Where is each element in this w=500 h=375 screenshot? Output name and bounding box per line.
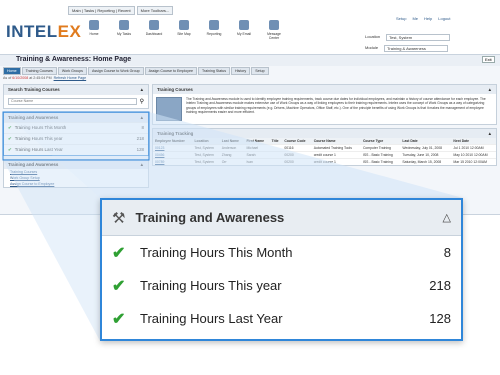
- training-tracking-panel-title: Training Tracking: [157, 131, 194, 136]
- collapse-icon[interactable]: ▲: [488, 87, 492, 92]
- exit-button[interactable]: Exit: [482, 56, 495, 63]
- tab-history[interactable]: History: [231, 67, 251, 75]
- list-item: ✔ Training Hours This Month 8: [4, 122, 148, 133]
- search-panel: Search Training Courses ▲ Course Name ⚲: [3, 84, 149, 109]
- row-value: 128: [429, 311, 451, 326]
- magic-wand-icon: ⚒: [112, 209, 126, 227]
- row-label: Training Hours This Month: [140, 245, 293, 260]
- email-icon: [239, 20, 249, 30]
- help-link[interactable]: Help: [424, 16, 432, 21]
- search-icon[interactable]: ⚲: [140, 98, 144, 105]
- intelex-logo: INTELEX: [6, 22, 82, 41]
- tab-training-status[interactable]: Training Status: [197, 67, 231, 75]
- date-bar: As of 6/10/2008 at 2:45:04 PM Refresh Ho…: [3, 76, 87, 80]
- table-row[interactable]: 00789 Test, System Orr Ivan 00200 credit cour…: [153, 158, 496, 165]
- module-label: Module: [365, 45, 379, 50]
- message-icon: [269, 20, 279, 30]
- logout-link[interactable]: Logout: [438, 16, 450, 21]
- row-label: Training Hours Last Year: [140, 311, 283, 326]
- site-map-icon: [179, 20, 189, 30]
- as-of-date: 6/10/2008: [12, 76, 29, 80]
- zoomed-panel-header: ⚒ Training and Awareness △: [102, 200, 461, 236]
- assign-course-link[interactable]: Assign Course to Employee: [4, 181, 148, 187]
- user-links: Setup Me Help Logout: [396, 16, 450, 21]
- collapse-icon[interactable]: ▲: [140, 115, 144, 120]
- zoomed-training-panel: ⚒ Training and Awareness △ ✔ Training Hour…: [100, 198, 463, 341]
- toolbar-home-button[interactable]: Home: [82, 20, 106, 40]
- tracking-table: Employee Number Location Last Name First Na…: [153, 138, 496, 165]
- module-select[interactable]: Training & Awareness: [384, 45, 449, 52]
- collapse-icon[interactable]: ▲: [140, 162, 144, 167]
- checkmark-icon: ✔: [8, 147, 12, 152]
- home-icon: [89, 20, 99, 30]
- training-image: [156, 97, 182, 121]
- row-value: 8: [443, 245, 451, 260]
- list-item: ✔ Training Hours This Month 8: [102, 236, 461, 269]
- tab-setup[interactable]: Setup: [251, 67, 269, 75]
- left-column: Search Training Courses ▲ Course Name ⚲ Tr…: [3, 84, 149, 188]
- reporting-icon: [209, 20, 219, 30]
- location-label: Location: [365, 34, 381, 39]
- search-input[interactable]: Course Name: [8, 98, 137, 105]
- collapse-icon[interactable]: ▲: [488, 131, 492, 136]
- top-menu-more-toolbars[interactable]: More Toolbars...: [136, 6, 174, 15]
- me-link[interactable]: Me: [412, 16, 418, 21]
- training-hours-panel-title: Training and Awareness: [8, 115, 59, 120]
- checkmark-icon: ✔: [8, 125, 12, 130]
- refresh-home-page-link[interactable]: Refresh Home Page: [54, 76, 87, 80]
- list-item: ✔ Training Hours Last Year 128: [4, 144, 148, 155]
- checkmark-icon: ✔: [112, 310, 126, 328]
- training-hours-panel: Training and Awareness ▲ ✔ Training Hours …: [3, 112, 149, 156]
- training-tracking-panel: Training Tracking ▲ Employee Number Locati…: [152, 128, 497, 166]
- top-menu-main[interactable]: Main | Tasks | Reporting | Recent: [68, 6, 135, 15]
- list-item: ✔ Training Hours Last Year 128: [102, 302, 461, 335]
- tab-home[interactable]: Home: [3, 67, 21, 75]
- tab-work-groups[interactable]: Work Groups: [57, 67, 87, 75]
- training-links-panel-title: Training and Awareness: [8, 162, 59, 167]
- toolbar-my-tasks-button[interactable]: My Tasks: [112, 20, 136, 40]
- location-field[interactable]: Test, System: [386, 34, 451, 41]
- page-title: Training & Awareness: Home Page: [16, 56, 132, 63]
- toolbar-reporting-button[interactable]: Reporting: [202, 20, 226, 40]
- tab-assign-course-work-group[interactable]: Assign Course to Work Group: [87, 67, 144, 75]
- collapse-caret-icon[interactable]: △: [443, 211, 451, 224]
- tab-assign-course-employee[interactable]: Assign Course to Employee: [144, 67, 197, 75]
- search-panel-title: Search Training Courses: [8, 87, 60, 92]
- setup-link[interactable]: Setup: [396, 16, 406, 21]
- list-item: ✔ Training Hours This year 218: [4, 133, 148, 144]
- toolbar-site-map-button[interactable]: Site Map: [172, 20, 196, 40]
- table-row[interactable]: 00456 Test, System Zhang Sarah 00200 credit c…: [153, 151, 496, 159]
- location-module-fields: Location Test, System Module Training & Aw…: [365, 34, 451, 56]
- module-tabs: Home Training Courses Work Groups Assign…: [3, 67, 269, 75]
- training-links-panel: Training and Awareness ▲ Training Courses…: [3, 159, 149, 188]
- dashboard-icon: [149, 20, 159, 30]
- toolbar-dashboard-button[interactable]: Dashboard: [142, 20, 166, 40]
- right-column: Training Courses ▲ The Training and Aware…: [152, 84, 497, 166]
- top-menu: Main | Tasks | Reporting | Recent More T…: [68, 6, 174, 15]
- row-value: 218: [429, 278, 451, 293]
- toolbar-message-center-button[interactable]: Message Center: [262, 20, 286, 40]
- table-row[interactable]: 00123 Test, System Anderson Michael 00116 Aut…: [153, 144, 496, 152]
- checkmark-icon: ✔: [8, 136, 12, 141]
- toolbar: Home My Tasks Dashboard Site Map Reporti…: [82, 20, 286, 40]
- training-courses-panel-title: Training Courses: [157, 87, 193, 92]
- checkmark-icon: ✔: [112, 277, 126, 295]
- row-label: Training Hours This year: [140, 278, 282, 293]
- courses-description: The Training and Awareness module is use…: [186, 97, 486, 115]
- checkmark-icon: ✔: [112, 244, 126, 262]
- tasks-icon: [119, 20, 129, 30]
- zoomed-panel-title: Training and Awareness: [135, 210, 285, 225]
- tab-training-courses[interactable]: Training Courses: [21, 67, 57, 75]
- training-courses-panel: Training Courses ▲ The Training and Aware…: [152, 84, 497, 125]
- collapse-icon[interactable]: ▲: [140, 87, 144, 93]
- list-item: ✔ Training Hours This year 218: [102, 269, 461, 302]
- toolbar-my-email-button[interactable]: My Email: [232, 20, 256, 40]
- app-screenshot-background: INTELEX Main | Tasks | Reporting | Recen…: [0, 0, 500, 215]
